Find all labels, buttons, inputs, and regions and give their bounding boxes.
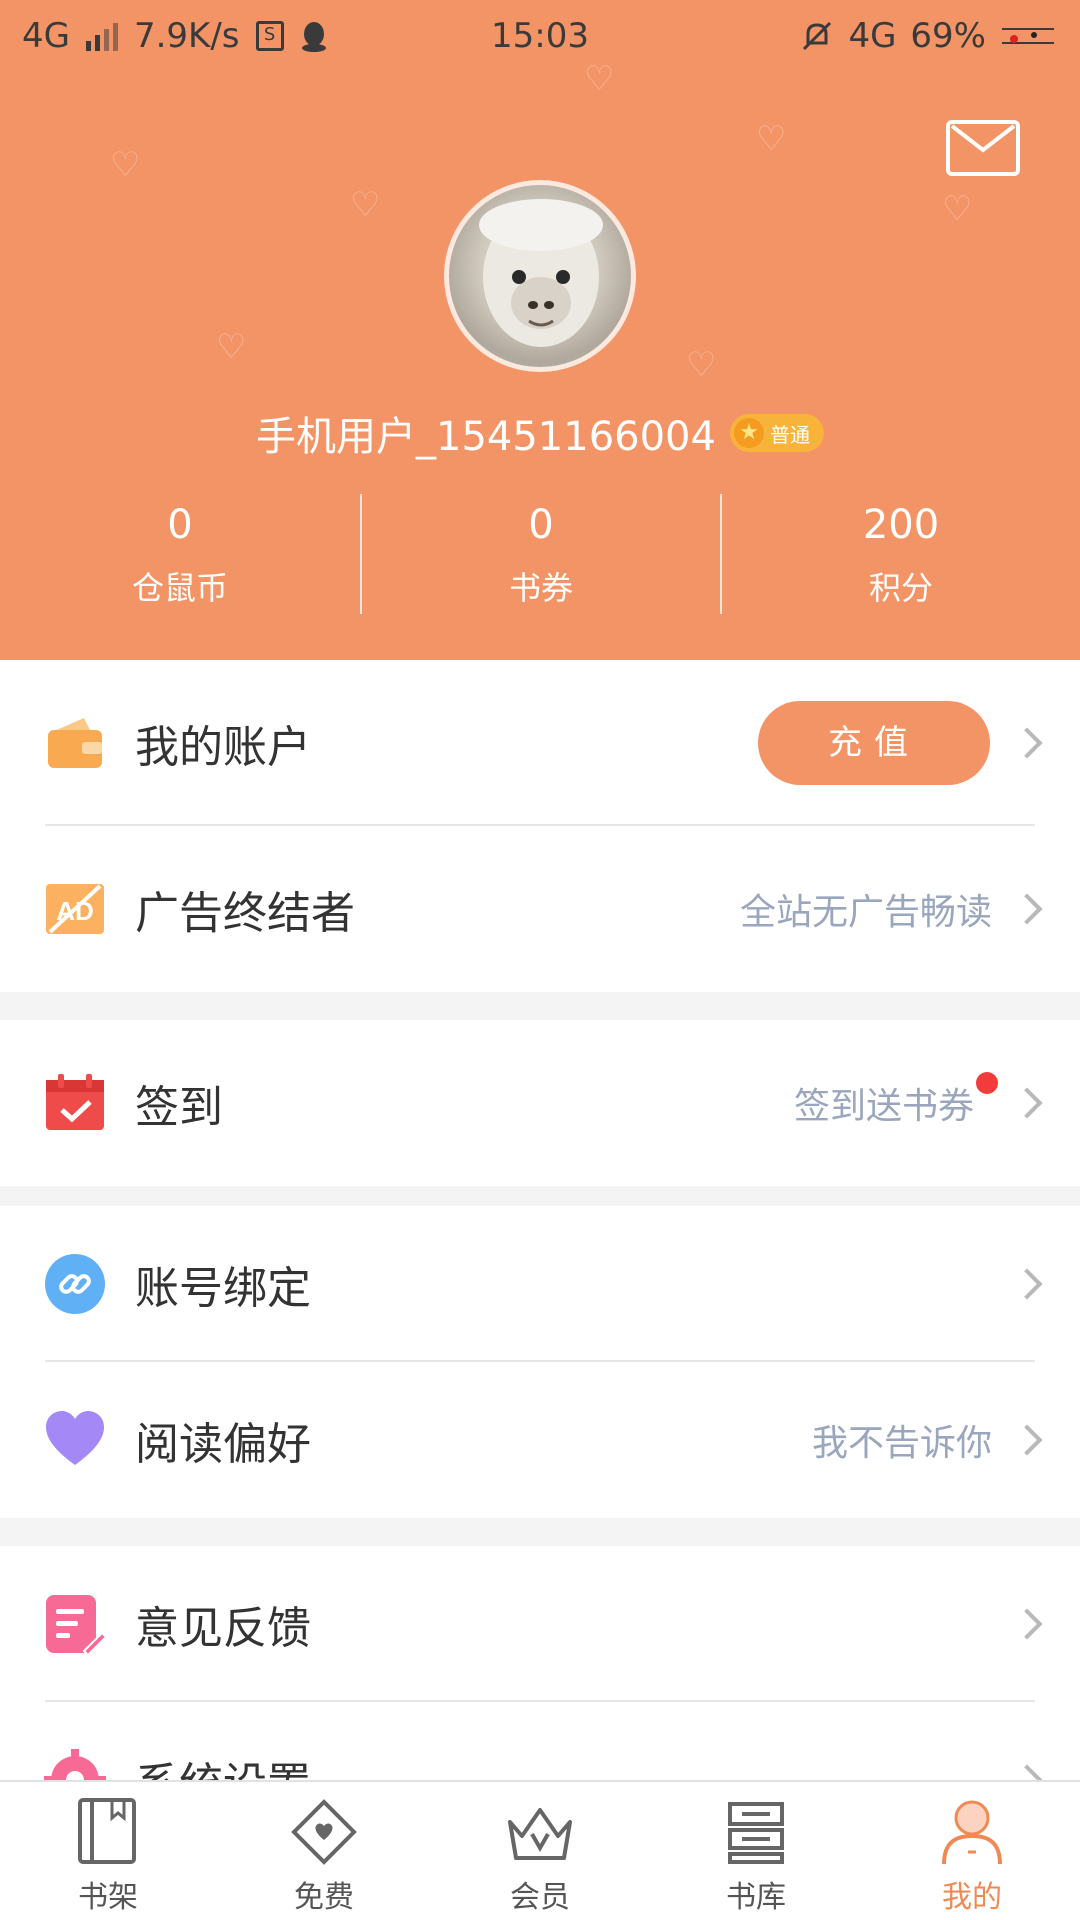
tab-label: 免费 xyxy=(294,1880,354,1915)
star-icon: ★ xyxy=(733,418,764,448)
menu-label: 我的账户 xyxy=(135,722,311,773)
bottom-tab-bar: 书架 免费 会员 书库 我的 xyxy=(0,1780,1080,1920)
chevron-right-icon xyxy=(1011,1087,1043,1119)
heart-decoration-icon: ♡ xyxy=(350,185,381,225)
tab-label: 书架 xyxy=(78,1880,138,1915)
menu-hint: 我不告诉你 xyxy=(811,1423,992,1464)
stat-label: 仓鼠币 xyxy=(131,569,228,607)
calendar-check-icon xyxy=(44,1072,106,1134)
menu-label: 系统设置 xyxy=(135,1748,311,1780)
menu-item-checkin[interactable]: 签到 签到送书券 xyxy=(0,1020,1080,1186)
user-icon xyxy=(942,1800,1002,1865)
bookshelf-icon xyxy=(78,1798,136,1864)
heart-decoration-icon: ♡ xyxy=(216,327,247,367)
menu-item-account-binding[interactable]: 账号绑定 xyxy=(0,1206,1080,1362)
battery-icon xyxy=(1002,28,1054,44)
stat-vouchers[interactable]: 0 书券 xyxy=(360,494,720,614)
network-type-right: 4G xyxy=(848,16,897,56)
menu-group-preferences: 账号绑定 阅读偏好 我不告诉你 xyxy=(0,1206,1080,1518)
no-ads-icon: AD xyxy=(44,878,106,940)
menu-item-ad-killer[interactable]: AD 广告终结者 全站无广告畅读 xyxy=(0,826,1080,992)
tab-label: 我的 xyxy=(942,1880,1002,1915)
tab-mine[interactable]: 我的 xyxy=(864,1782,1080,1920)
tab-label: 会员 xyxy=(510,1880,570,1915)
menu-item-feedback[interactable]: 意见反馈 xyxy=(0,1546,1080,1702)
free-ticket-icon xyxy=(291,1799,357,1865)
chevron-right-icon xyxy=(1011,727,1043,759)
heart-decoration-icon: ♡ xyxy=(110,145,141,185)
gear-icon xyxy=(44,1749,106,1780)
chevron-right-icon xyxy=(1011,1608,1043,1640)
chevron-right-icon xyxy=(1011,1268,1043,1300)
heart-decoration-icon: ♡ xyxy=(686,345,717,385)
heart-decoration-icon: ♡ xyxy=(756,119,787,159)
tab-bookshelf[interactable]: 书架 xyxy=(0,1782,216,1920)
tab-member[interactable]: 会员 xyxy=(432,1782,648,1920)
menu-item-reading-preference[interactable]: 阅读偏好 我不告诉你 xyxy=(0,1362,1080,1518)
username: 手机用户_15451166004 xyxy=(256,414,716,460)
heart-icon xyxy=(44,1409,106,1471)
menu-label: 签到 xyxy=(135,1082,223,1133)
chevron-right-icon xyxy=(1011,1424,1043,1456)
stat-value: 0 xyxy=(528,502,554,548)
chevron-right-icon xyxy=(1011,1764,1043,1780)
battery-level: 69% xyxy=(910,16,986,56)
heart-decoration-icon: ♡ xyxy=(942,189,973,229)
profile-header: ♡ ♡ ♡ ♡ ♡ ♡ ♡ 4G 7.9K/s S 15:03 4G 69% 手… xyxy=(0,0,1080,660)
menu-item-my-account[interactable]: 我的账户 充值 xyxy=(0,660,1080,826)
tab-library[interactable]: 书库 xyxy=(648,1782,864,1920)
menu-hint: 签到送书券 xyxy=(793,1086,974,1127)
avatar[interactable] xyxy=(444,180,636,372)
notification-dot xyxy=(976,1072,998,1094)
stat-value: 0 xyxy=(167,502,193,548)
menu-hint: 全站无广告畅读 xyxy=(739,892,992,933)
feedback-icon xyxy=(44,1593,106,1655)
menu-group-checkin: 签到 签到送书券 xyxy=(0,1020,1080,1186)
recharge-button[interactable]: 充值 xyxy=(758,701,990,785)
menu-label: 广告终结者 xyxy=(135,888,355,939)
mail-icon[interactable] xyxy=(946,120,1020,176)
tab-label: 书库 xyxy=(726,1880,786,1915)
menu-item-settings[interactable]: 系统设置 xyxy=(0,1702,1080,1780)
stat-value: 200 xyxy=(862,502,940,548)
member-level-label: 普通 xyxy=(769,422,810,447)
tab-free[interactable]: 免费 xyxy=(216,1782,432,1920)
menu-label: 阅读偏好 xyxy=(135,1419,311,1470)
mute-bell-icon xyxy=(803,21,832,51)
crown-icon xyxy=(508,1808,572,1860)
menu-group-account: 我的账户 充值 AD 广告终结者 全站无广告畅读 xyxy=(0,660,1080,992)
menu-label: 意见反馈 xyxy=(135,1603,311,1654)
stat-label: 积分 xyxy=(868,569,933,607)
wallet-icon xyxy=(44,712,106,774)
library-icon xyxy=(728,1802,784,1864)
account-stats: 0 仓鼠币 0 书券 200 积分 xyxy=(0,494,1080,614)
menu-label: 账号绑定 xyxy=(135,1263,311,1314)
stat-coins[interactable]: 0 仓鼠币 xyxy=(0,494,360,614)
member-level-badge: ★ 普通 xyxy=(729,414,824,452)
stat-label: 书券 xyxy=(508,569,573,607)
stat-points[interactable]: 200 积分 xyxy=(720,494,1080,614)
link-icon xyxy=(44,1253,106,1315)
status-bar: 4G 7.9K/s S 15:03 4G 69% xyxy=(0,0,1080,76)
chevron-right-icon xyxy=(1011,893,1043,925)
menu-group-misc: 意见反馈 系统设置 xyxy=(0,1546,1080,1780)
